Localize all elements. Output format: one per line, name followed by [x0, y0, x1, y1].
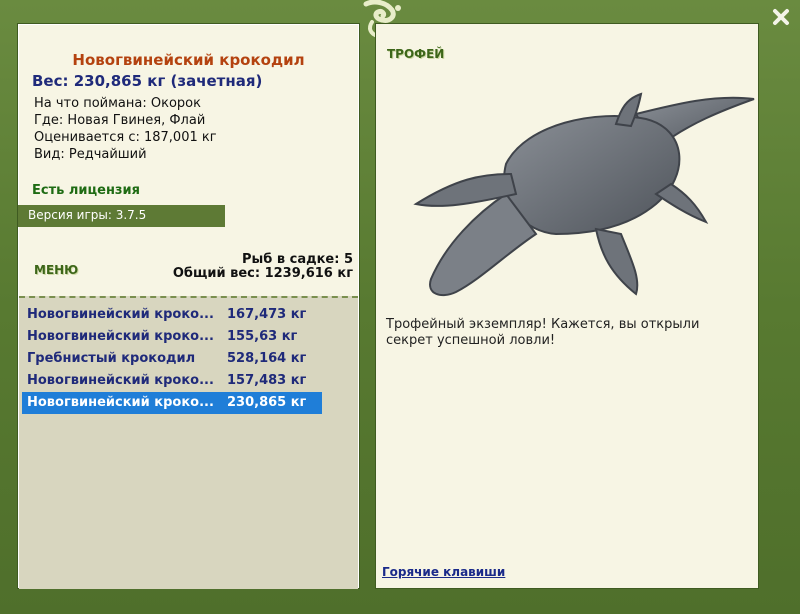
fish-title: Новогвинейский крокодил	[72, 51, 305, 69]
fish-info-panel: Новогвинейский крокодил Вес: 230,865 кг …	[17, 23, 360, 589]
cage-total-weight: Общий вес: 1239,616 кг	[172, 266, 353, 281]
catch-row[interactable]: Новогвинейский кроко... 155,63 кг	[22, 326, 322, 348]
catch-name: Новогвинейский кроко...	[27, 329, 214, 344]
location-info: Где: Новая Гвинея, Флай	[34, 113, 206, 128]
catch-weight: 157,483 кг	[227, 373, 307, 388]
version-text: Версия игры: 3.7.5	[28, 208, 147, 222]
catch-row-selected[interactable]: Новогвинейский кроко... 230,865 кг	[22, 392, 322, 414]
crocodile-image	[413, 92, 755, 297]
close-icon	[773, 9, 789, 25]
cage-count: Рыб в садке: 5	[241, 252, 353, 267]
rarity-info: Вид: Редчайший	[34, 147, 147, 162]
catch-name: Новогвинейский кроко...	[27, 395, 214, 410]
catch-list: Новогвинейский кроко... 167,473 кг Новог…	[19, 296, 358, 589]
trophy-description: Трофейный экземпляр! Кажется, вы открыли…	[386, 317, 700, 348]
close-button[interactable]	[768, 4, 794, 30]
catch-weight: 167,473 кг	[227, 307, 307, 322]
version-bar: Версия игры: 3.7.5	[18, 205, 225, 227]
catch-name: Новогвинейский кроко...	[27, 307, 214, 322]
catch-weight: 155,63 кг	[227, 329, 298, 344]
menu-button[interactable]: МЕНЮ	[34, 263, 78, 277]
catch-row[interactable]: Гребнистый крокодил 528,164 кг	[22, 348, 322, 370]
hotkeys-link[interactable]: Горячие клавиши	[382, 565, 505, 579]
catch-weight: 230,865 кг	[227, 395, 307, 410]
license-status: Есть лицензия	[32, 183, 140, 198]
trophy-panel: ТРОФЕЙ Трофейный экземпляр! Кажется, вы …	[375, 23, 759, 589]
catch-name: Новогвинейский кроко...	[27, 373, 214, 388]
catch-row[interactable]: Новогвинейский кроко... 157,483 кг	[22, 370, 322, 392]
bait-info: На что поймана: Окорок	[34, 96, 201, 111]
catch-weight: 528,164 кг	[227, 351, 307, 366]
catch-name: Гребнистый крокодил	[27, 351, 196, 366]
value-info: Оценивается с: 187,001 кг	[34, 130, 217, 145]
fish-weight: Вес: 230,865 кг (зачетная)	[32, 72, 263, 90]
catch-row[interactable]: Новогвинейский кроко... 167,473 кг	[22, 304, 322, 326]
